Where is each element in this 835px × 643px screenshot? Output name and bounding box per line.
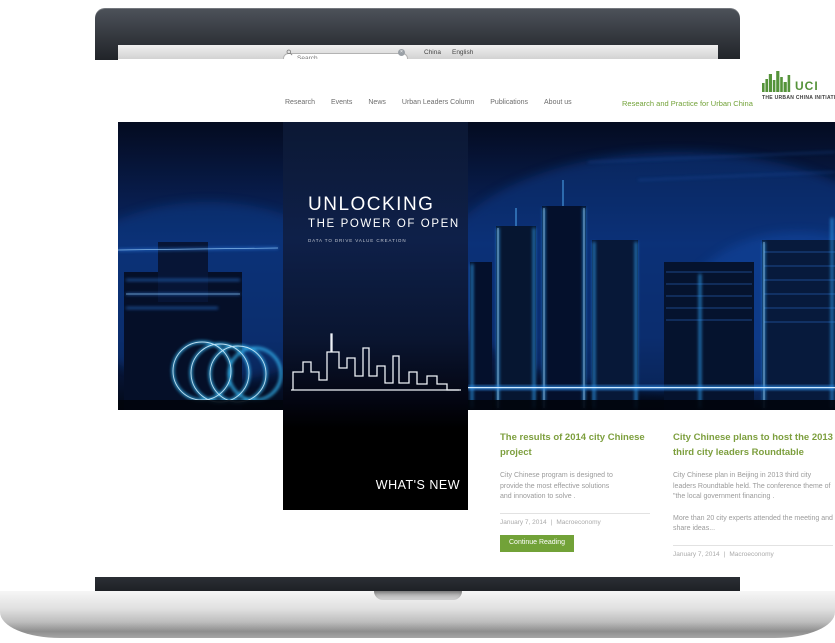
nav-item-publications[interactable]: Publications xyxy=(490,99,528,106)
article-date: January 7, 2014 xyxy=(500,519,547,526)
article-card: City Chinese plans to host the 2013 thir… xyxy=(673,431,833,558)
whats-new-label: WHAT'S NEW xyxy=(376,478,460,492)
hero-heading: UNLOCKING THE POWER OF OPEN DATA TO DRIV… xyxy=(308,194,460,243)
article-excerpt: City Chinese program is designed to prov… xyxy=(500,471,618,503)
skyline-outline-icon xyxy=(291,326,461,394)
article-title[interactable]: The results of 2014 city Chinese project xyxy=(500,431,650,460)
article-card: The results of 2014 city Chinese project… xyxy=(500,431,650,552)
webpage: Research Events News Urban Leaders Colum… xyxy=(118,59,835,577)
hero-title: UNLOCKING xyxy=(308,194,460,216)
logo-row: UCI xyxy=(762,70,835,92)
nav-item-news[interactable]: News xyxy=(368,99,386,106)
meta-separator: | xyxy=(724,551,726,558)
article-title[interactable]: City Chinese plans to host the 2013 thir… xyxy=(673,431,833,460)
clear-search-icon[interactable]: × xyxy=(398,49,405,56)
site-tagline: Research and Practice for Urban China xyxy=(622,99,753,108)
logo-name: THE URBAN CHINA INITIATIVE xyxy=(762,95,835,101)
article-excerpt: More than 20 city experts attended the m… xyxy=(673,514,833,535)
continue-reading-button[interactable]: Continue Reading xyxy=(500,535,574,552)
browser-toolbar: × China English xyxy=(118,45,718,60)
article-date: January 7, 2014 xyxy=(673,551,720,558)
article-category-link[interactable]: Macroeconomy xyxy=(556,519,600,526)
site-header: Research Events News Urban Leaders Colum… xyxy=(118,59,835,122)
screenshot-stage: × China English Research Events News Urb… xyxy=(0,0,835,643)
hero-banner xyxy=(118,122,835,410)
language-switcher: China English xyxy=(424,49,473,56)
nav-item-events[interactable]: Events xyxy=(331,99,352,106)
search-icon xyxy=(286,49,293,56)
hero-overlay-panel: UNLOCKING THE POWER OF OPEN DATA TO DRIV… xyxy=(283,122,468,510)
search-field-wrap: × xyxy=(283,47,408,58)
article-excerpt: City Chinese plan in Beijing in 2013 thi… xyxy=(673,471,833,503)
nav-item-research[interactable]: Research xyxy=(285,99,315,106)
hero-cityscape-image xyxy=(118,122,835,410)
article-meta: January 7, 2014 | Macroeconomy xyxy=(500,513,650,526)
site-logo[interactable]: UCI THE URBAN CHINA INITIATIVE xyxy=(762,70,835,101)
logo-acronym: UCI xyxy=(795,80,819,92)
nav-item-about-us[interactable]: About us xyxy=(544,99,572,106)
lang-link-china[interactable]: China xyxy=(424,49,441,56)
nav-item-urban-leaders-column[interactable]: Urban Leaders Column xyxy=(402,99,474,106)
laptop-base-notch xyxy=(374,591,462,600)
article-meta: January 7, 2014 | Macroeconomy xyxy=(673,545,833,558)
lang-link-english[interactable]: English xyxy=(452,49,473,56)
article-category-link[interactable]: Macroeconomy xyxy=(729,551,773,558)
hero-subtitle: THE POWER OF OPEN xyxy=(308,218,460,230)
hero-caption: DATA TO DRIVE VALUE CREATION xyxy=(308,238,460,243)
main-nav: Research Events News Urban Leaders Colum… xyxy=(285,99,572,106)
uci-skyline-icon xyxy=(762,70,792,92)
laptop-base xyxy=(0,591,835,638)
meta-separator: | xyxy=(551,519,553,526)
